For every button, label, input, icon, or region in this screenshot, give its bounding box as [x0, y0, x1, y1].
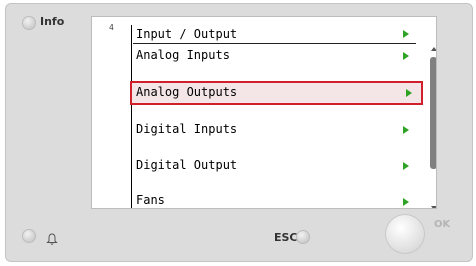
menu-item-label: Digital Inputs	[136, 122, 238, 136]
alarm-button[interactable]	[22, 229, 36, 243]
bell-icon	[46, 233, 58, 245]
esc-label: ESC	[274, 231, 298, 244]
play-arrow-icon	[403, 162, 409, 170]
play-arrow-icon	[403, 198, 409, 206]
menu-item-fans[interactable]: Fans	[133, 189, 416, 208]
menu-item-label: Analog Outputs	[136, 85, 238, 99]
play-arrow-icon	[403, 52, 409, 60]
scroll-up-icon[interactable]	[431, 47, 436, 51]
menu-item-digital-output[interactable]: Digital Output	[133, 154, 416, 178]
controller-panel: Info 4 Input / Output Analog Inputs Anal…	[5, 3, 473, 262]
play-arrow-icon	[406, 89, 412, 97]
info-button[interactable]	[22, 16, 36, 30]
play-arrow-icon	[403, 126, 409, 134]
menu-item-label: Analog Inputs	[136, 48, 230, 62]
menu-title: Input / Output	[136, 27, 238, 41]
page-number: 4	[109, 23, 114, 32]
menu-item-digital-inputs[interactable]: Digital Inputs	[133, 118, 416, 142]
scrollbar-thumb[interactable]	[430, 57, 436, 169]
info-label: Info	[40, 15, 65, 28]
menu-item-label: Digital Output	[136, 158, 238, 172]
scroll-down-icon[interactable]	[431, 206, 436, 208]
menu-item-analog-outputs[interactable]: Analog Outputs	[130, 81, 423, 105]
menu-item-analog-inputs[interactable]: Analog Inputs	[133, 44, 416, 68]
ok-label: OK	[434, 219, 451, 230]
screen-divider	[131, 25, 132, 208]
menu-item-label: Fans	[136, 193, 165, 207]
play-arrow-icon	[403, 30, 409, 38]
lcd-screen: 4 Input / Output Analog Inputs Analog Ou…	[91, 16, 437, 209]
ok-button[interactable]	[385, 214, 425, 254]
menu-header: Input / Output	[133, 25, 416, 44]
scrollbar[interactable]	[430, 47, 436, 208]
esc-button[interactable]	[296, 230, 310, 244]
